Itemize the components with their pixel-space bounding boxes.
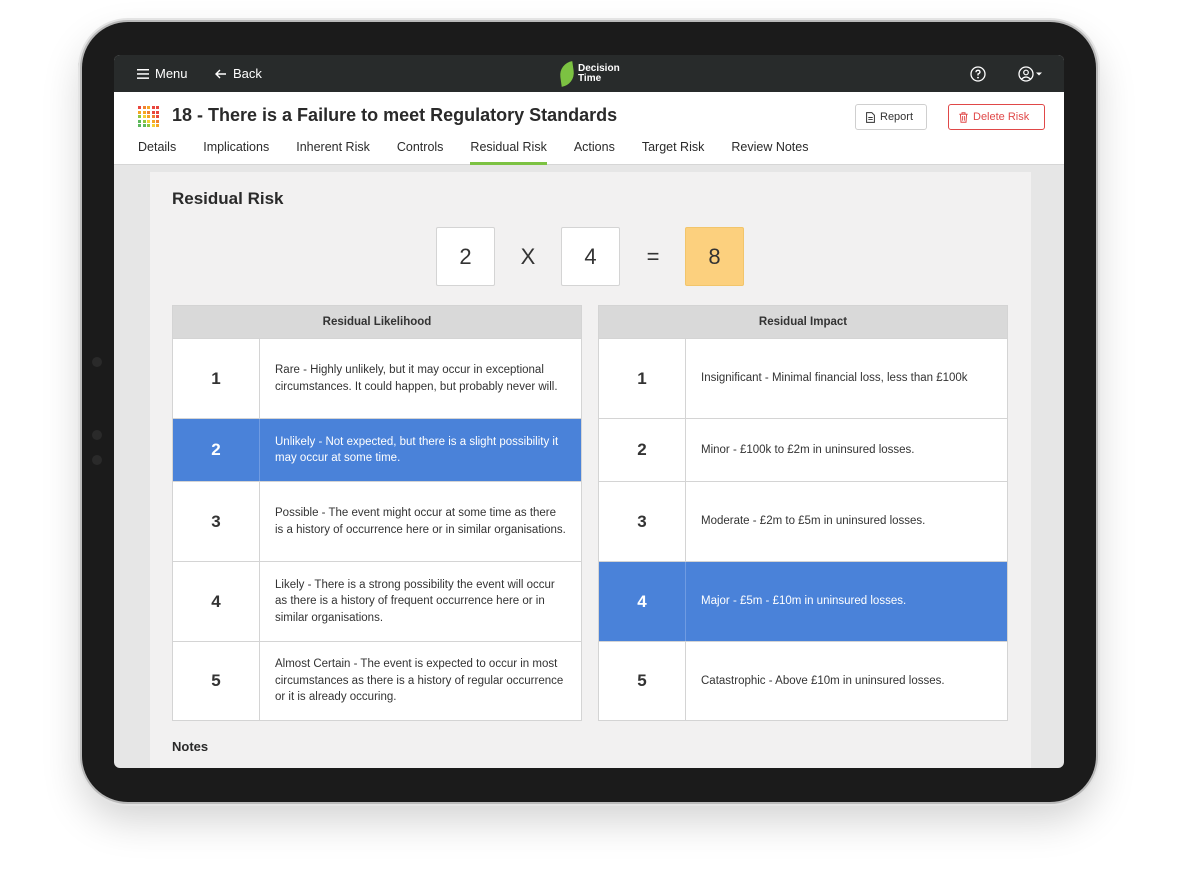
impact-row-number: 1 xyxy=(599,339,686,418)
impact-row-number: 5 xyxy=(599,642,686,720)
menu-label: Menu xyxy=(155,66,188,81)
impact-row-number: 2 xyxy=(599,419,686,481)
user-account-button[interactable] xyxy=(1018,55,1044,92)
back-button[interactable]: Back xyxy=(215,55,262,92)
help-icon xyxy=(970,65,986,82)
logo-text: Decision Time xyxy=(578,63,620,84)
user-account-icon xyxy=(1018,65,1042,82)
menu-button[interactable]: Menu xyxy=(137,55,188,92)
likelihood-row-3[interactable]: 3 Possible - The event might occur at so… xyxy=(173,481,581,561)
impact-row-1[interactable]: 1 Insignificant - Minimal financial loss… xyxy=(599,338,1007,418)
likelihood-row-number: 1 xyxy=(173,339,260,418)
likelihood-row-2[interactable]: 2 Unlikely - Not expected, but there is … xyxy=(173,418,581,481)
impact-table-header: Residual Impact xyxy=(599,306,1007,338)
impact-row-description: Moderate - £2m to £5m in uninsured losse… xyxy=(701,515,926,528)
likelihood-row-description: Likely - There is a strong possibility t… xyxy=(275,578,555,624)
likelihood-row-description: Rare - Highly unlikely, but it may occur… xyxy=(275,364,558,393)
likelihood-row-description: Possible - The event might occur at some… xyxy=(275,507,566,536)
multiply-operator: X xyxy=(520,243,536,269)
impact-row-5[interactable]: 5 Catastrophic - Above £10m in uninsured… xyxy=(599,641,1007,720)
app-screen: Menu Back Decision Time 18 - There is a … xyxy=(114,55,1064,768)
impact-row-3[interactable]: 3 Moderate - £2m to £5m in uninsured los… xyxy=(599,481,1007,561)
delete-risk-button[interactable]: Delete Risk xyxy=(948,104,1045,130)
residual-risk-card: Residual Risk 2 X 4 = 8 Residual Likelih… xyxy=(150,172,1031,768)
tab-residual-risk[interactable]: Residual Risk xyxy=(470,138,548,165)
menu-icon xyxy=(137,68,149,79)
page-title: 18 - There is a Failure to meet Regulato… xyxy=(172,105,618,125)
risk-header: 18 - There is a Failure to meet Regulato… xyxy=(114,92,1064,165)
impact-row-number: 4 xyxy=(599,562,686,641)
likelihood-row-number: 2 xyxy=(173,419,260,481)
camera-dot xyxy=(92,357,102,367)
report-label: Report xyxy=(880,111,914,123)
back-arrow-icon xyxy=(215,69,226,78)
logo-leaf-icon xyxy=(558,61,576,87)
risk-heatmap-icon xyxy=(138,106,160,128)
section-title: Residual Risk xyxy=(172,189,284,208)
impact-row-description: Minor - £100k to £2m in uninsured losses… xyxy=(701,443,915,456)
report-button[interactable]: Report xyxy=(855,104,927,130)
trash-icon xyxy=(959,111,968,123)
likelihood-row-number: 5 xyxy=(173,642,260,720)
likelihood-row-number: 4 xyxy=(173,562,260,641)
likelihood-row-description: Unlikely - Not expected, but there is a … xyxy=(275,435,559,465)
camera-dot xyxy=(92,455,102,465)
impact-row-2[interactable]: 2 Minor - £100k to £2m in uninsured loss… xyxy=(599,418,1007,481)
likelihood-row-description: Almost Certain - The event is expected t… xyxy=(275,658,564,704)
back-label: Back xyxy=(233,66,262,81)
delete-risk-label: Delete Risk xyxy=(973,111,1030,123)
impact-row-number: 3 xyxy=(599,482,686,561)
likelihood-row-4[interactable]: 4 Likely - There is a strong possibility… xyxy=(173,561,581,641)
help-button[interactable] xyxy=(970,55,986,92)
tab-bar: Details Implications Inherent Risk Contr… xyxy=(138,138,836,165)
tab-review-notes[interactable]: Review Notes xyxy=(731,138,808,165)
risk-score-box: 8 xyxy=(685,227,744,286)
tab-implications[interactable]: Implications xyxy=(203,138,269,165)
likelihood-row-number: 3 xyxy=(173,482,260,561)
likelihood-value-box: 2 xyxy=(436,227,495,286)
decision-time-logo: Decision Time xyxy=(558,61,624,87)
impact-value-box: 4 xyxy=(561,227,620,286)
tab-controls[interactable]: Controls xyxy=(397,138,444,165)
equals-operator: = xyxy=(646,243,660,269)
likelihood-row-1[interactable]: 1 Rare - Highly unlikely, but it may occ… xyxy=(173,338,581,418)
likelihood-table-header: Residual Likelihood xyxy=(173,306,581,338)
impact-row-description: Insignificant - Minimal financial loss, … xyxy=(701,372,968,385)
notes-heading: Notes xyxy=(172,739,209,754)
impact-row-description: Catastrophic - Above £10m in uninsured l… xyxy=(701,674,945,687)
tab-target-risk[interactable]: Target Risk xyxy=(642,138,705,165)
camera-dot xyxy=(92,430,102,440)
tab-actions[interactable]: Actions xyxy=(574,138,615,165)
tab-details[interactable]: Details xyxy=(138,138,176,165)
impact-table: Residual Impact 1 Insignificant - Minima… xyxy=(598,305,1008,721)
likelihood-table: Residual Likelihood 1 Rare - Highly unli… xyxy=(172,305,582,721)
impact-row-description: Major - £5m - £10m in uninsured losses. xyxy=(701,595,907,608)
impact-row-4[interactable]: 4 Major - £5m - £10m in uninsured losses… xyxy=(599,561,1007,641)
report-document-icon xyxy=(866,111,875,123)
tab-inherent-risk[interactable]: Inherent Risk xyxy=(296,138,370,165)
top-bar: Menu Back Decision Time xyxy=(114,55,1064,92)
likelihood-row-5[interactable]: 5 Almost Certain - The event is expected… xyxy=(173,641,581,720)
